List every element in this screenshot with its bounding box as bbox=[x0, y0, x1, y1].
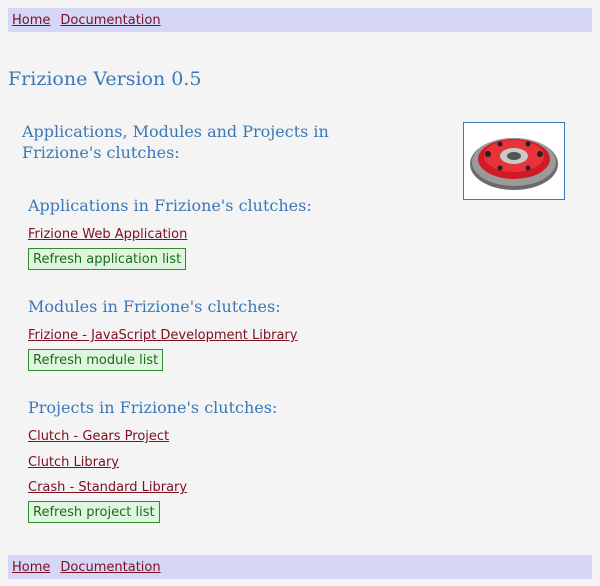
refresh-module-list-button[interactable]: Refresh module list bbox=[28, 349, 164, 371]
refresh-application-list-button[interactable]: Refresh application list bbox=[28, 248, 187, 270]
footer-home-link[interactable]: Home bbox=[12, 560, 50, 575]
footer-documentation-link[interactable]: Documentation bbox=[60, 560, 160, 575]
project-link-clutch-library[interactable]: Clutch Library bbox=[28, 455, 119, 470]
nav-home-link[interactable]: Home bbox=[12, 13, 50, 28]
top-navbar: Home Documentation bbox=[8, 8, 592, 32]
projects-heading: Projects in Frizione's clutches: bbox=[28, 398, 278, 417]
project-link-clutch-gears[interactable]: Clutch - Gears Project bbox=[28, 429, 169, 444]
module-link-frizione-js[interactable]: Frizione - JavaScript Development Librar… bbox=[28, 328, 297, 343]
bottom-navbar: Home Documentation bbox=[8, 555, 592, 579]
modules-heading: Modules in Frizione's clutches: bbox=[28, 297, 281, 316]
page-subtitle: Applications, Modules and Projects in Fr… bbox=[22, 122, 329, 162]
refresh-project-list-button[interactable]: Refresh project list bbox=[28, 501, 160, 523]
application-link-frizione-web[interactable]: Frizione Web Application bbox=[28, 227, 187, 242]
applications-heading: Applications in Frizione's clutches: bbox=[28, 196, 312, 215]
project-link-crash-standard[interactable]: Crash - Standard Library bbox=[28, 480, 187, 495]
nav-documentation-link[interactable]: Documentation bbox=[60, 13, 160, 28]
page-title: Frizione Version 0.5 bbox=[8, 68, 202, 90]
clutch-logo-image bbox=[463, 122, 565, 200]
